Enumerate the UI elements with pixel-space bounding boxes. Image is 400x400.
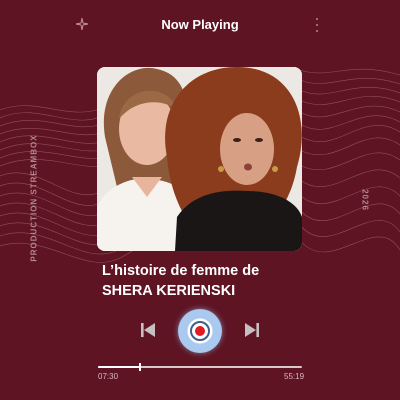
page-title: Now Playing — [161, 17, 239, 32]
episode-title: L’histoire de femme de SHERA KERIENSKI — [102, 261, 312, 301]
side-label-right: 2026 — [360, 189, 370, 211]
progress-bar[interactable] — [98, 363, 302, 371]
skip-previous-icon[interactable] — [139, 321, 157, 339]
progress-knob[interactable] — [138, 363, 141, 371]
progress-fill — [98, 366, 139, 368]
episode-cover-image — [97, 67, 302, 251]
skip-next-icon[interactable] — [243, 321, 261, 339]
more-vertical-icon[interactable] — [313, 18, 321, 32]
episode-title-line-2: SHERA KERIENSKI — [102, 283, 236, 299]
side-label-left: PRODUCTION STREAMBOX — [29, 134, 39, 262]
play-button[interactable] — [178, 309, 222, 353]
record-dot — [195, 326, 205, 336]
episode-title-line-1: L’histoire de femme de — [102, 263, 260, 279]
elapsed-time: 07:30 — [98, 372, 119, 381]
total-time: 55:19 — [284, 372, 305, 381]
